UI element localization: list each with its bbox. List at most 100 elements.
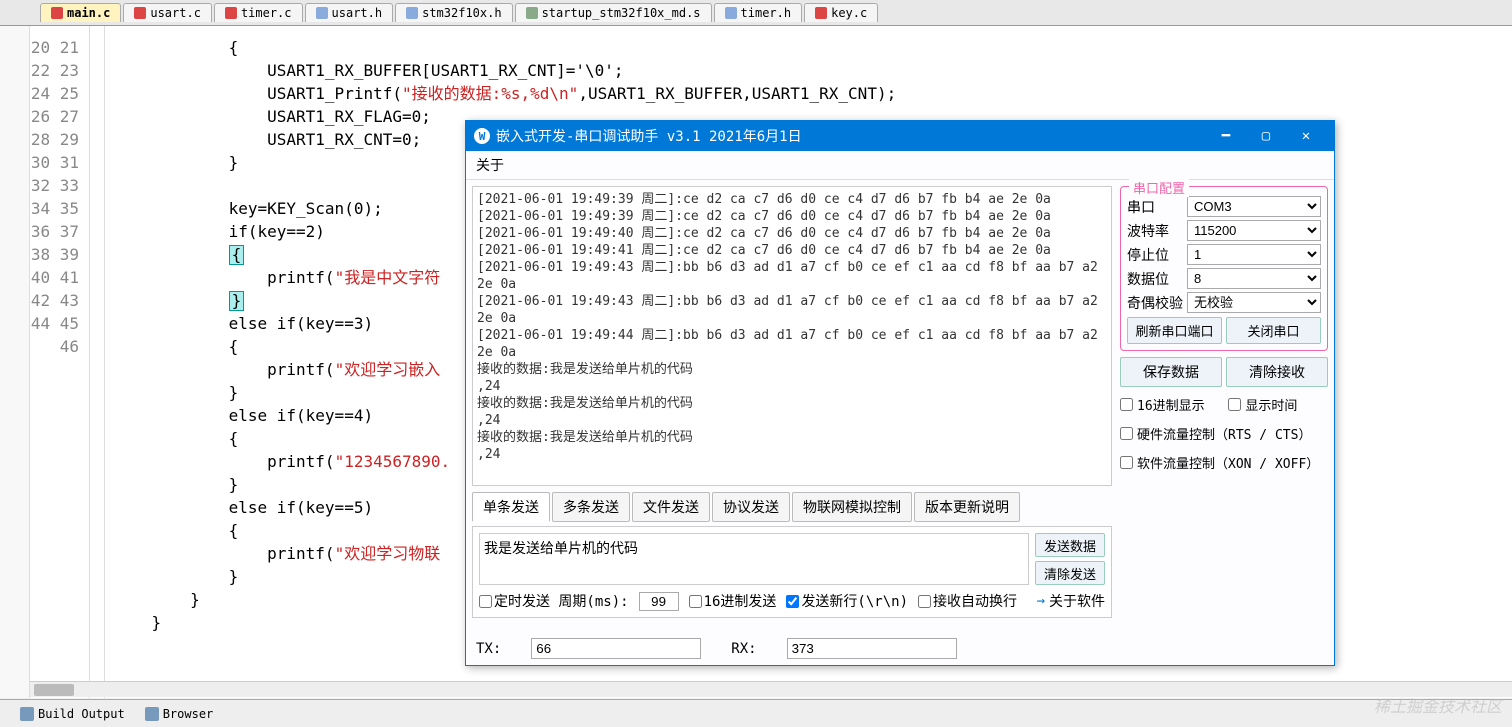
log-line: [2021-06-01 19:49:43 周二]:bb b6 d3 ad d1 … xyxy=(477,259,1107,293)
mode-tab-1[interactable]: 多条发送 xyxy=(552,492,630,522)
ide-bottom-tabs: Build Output Browser xyxy=(0,699,1512,727)
send-data-button[interactable]: 发送数据 xyxy=(1035,533,1105,557)
maximize-button[interactable]: ▢ xyxy=(1246,121,1286,151)
receive-log[interactable]: [2021-06-01 19:49:39 周二]:ce d2 ca c7 d6 … xyxy=(472,186,1112,486)
serial-tool-window: W 嵌入式开发-串口调试助手 v3.1 2021年6月1日 ━ ▢ ✕ 关于 [… xyxy=(465,120,1335,666)
browser-tab[interactable]: Browser xyxy=(145,707,214,721)
build-output-tab[interactable]: Build Output xyxy=(20,707,125,721)
baud-select[interactable]: 115200 xyxy=(1187,220,1321,241)
file-icon xyxy=(225,7,237,19)
file-icon xyxy=(725,7,737,19)
clear-receive-button[interactable]: 清除接收 xyxy=(1226,357,1328,387)
file-tab-usart-c[interactable]: usart.c xyxy=(123,3,212,22)
clear-send-button[interactable]: 清除发送 xyxy=(1035,561,1105,585)
hex-display-option[interactable]: 16进制显示 显示时间 xyxy=(1120,395,1328,414)
hex-send-label: 16进制发送 xyxy=(704,591,777,611)
refresh-port-button[interactable]: 刷新串口端口 xyxy=(1127,317,1222,344)
port-settings-group: 串口配置 串口COM3 波特率115200 停止位1 数据位8 奇偶校验无校验 … xyxy=(1120,186,1328,351)
minimize-button[interactable]: ━ xyxy=(1206,121,1246,151)
about-software-link[interactable]: →关于软件 xyxy=(1037,591,1105,611)
autowrap-checkbox[interactable] xyxy=(918,595,931,608)
rx-label: RX: xyxy=(731,641,756,657)
file-tab-main-c[interactable]: main.c xyxy=(40,3,121,22)
log-line: ,24 xyxy=(477,446,1107,463)
data-select[interactable]: 8 xyxy=(1187,268,1321,289)
mode-tab-5[interactable]: 版本更新说明 xyxy=(914,492,1020,522)
window-title: 嵌入式开发-串口调试助手 v3.1 2021年6月1日 xyxy=(496,126,802,146)
xon-xoff-checkbox[interactable] xyxy=(1120,456,1133,469)
left-margin xyxy=(0,26,30,698)
log-line: [2021-06-01 19:49:44 周二]:bb b6 d3 ad d1 … xyxy=(477,327,1107,361)
period-input[interactable] xyxy=(639,592,679,611)
log-line: [2021-06-01 19:49:40 周二]:ce d2 ca c7 d6 … xyxy=(477,225,1107,242)
show-time-label: 显示时间 xyxy=(1245,395,1297,414)
file-icon xyxy=(134,7,146,19)
send-mode-tabs: 单条发送多条发送文件发送协议发送物联网模拟控制版本更新说明 xyxy=(472,492,1112,522)
hex-display-checkbox[interactable] xyxy=(1120,398,1133,411)
scrollbar-thumb[interactable] xyxy=(34,684,74,696)
newline-option[interactable]: 发送新行(\r\n) xyxy=(786,591,908,611)
about-software-label: 关于软件 xyxy=(1049,591,1105,611)
file-tab-startup_stm32f10x_md-s[interactable]: startup_stm32f10x_md.s xyxy=(515,3,712,22)
file-tab-label: stm32f10x.h xyxy=(422,6,501,20)
xon-xoff-option[interactable]: 软件流量控制（XON / XOFF） xyxy=(1120,453,1328,472)
mode-tab-2[interactable]: 文件发送 xyxy=(632,492,710,522)
file-icon xyxy=(51,7,63,19)
port-label: 串口 xyxy=(1127,197,1187,217)
file-tab-key-c[interactable]: key.c xyxy=(804,3,878,22)
port-select[interactable]: COM3 xyxy=(1187,196,1321,217)
data-label: 数据位 xyxy=(1127,269,1187,289)
close-button[interactable]: ✕ xyxy=(1286,121,1326,151)
close-port-button[interactable]: 关闭串口 xyxy=(1226,317,1321,344)
horizontal-scrollbar[interactable] xyxy=(30,681,1512,697)
output-icon xyxy=(20,707,34,721)
autowrap-option[interactable]: 接收自动换行 xyxy=(918,591,1017,611)
log-line: [2021-06-01 19:49:43 周二]:bb b6 d3 ad d1 … xyxy=(477,293,1107,327)
hex-send-option[interactable]: 16进制发送 xyxy=(689,591,777,611)
file-tab-timer-c[interactable]: timer.c xyxy=(214,3,303,22)
app-icon: W xyxy=(474,128,490,144)
menubar: 关于 xyxy=(466,151,1334,180)
menu-about[interactable]: 关于 xyxy=(476,158,504,174)
newline-checkbox[interactable] xyxy=(786,595,799,608)
arrow-icon: → xyxy=(1037,593,1045,609)
tx-value xyxy=(531,638,701,659)
xon-xoff-label: 软件流量控制（XON / XOFF） xyxy=(1137,453,1319,472)
log-line: 接收的数据:我是发送给单片机的代码 xyxy=(477,429,1107,446)
save-data-button[interactable]: 保存数据 xyxy=(1120,357,1222,387)
timed-send-checkbox[interactable] xyxy=(479,595,492,608)
autowrap-label: 接收自动换行 xyxy=(933,591,1017,611)
file-tab-label: timer.h xyxy=(741,6,792,20)
file-tab-stm32f10x-h[interactable]: stm32f10x.h xyxy=(395,3,512,22)
rts-cts-checkbox[interactable] xyxy=(1120,427,1133,440)
mode-tab-3[interactable]: 协议发送 xyxy=(712,492,790,522)
file-tab-usart-h[interactable]: usart.h xyxy=(305,3,394,22)
stop-label: 停止位 xyxy=(1127,245,1187,265)
file-tab-label: timer.c xyxy=(241,6,292,20)
rts-cts-option[interactable]: 硬件流量控制（RTS / CTS） xyxy=(1120,424,1328,443)
port-settings-legend: 串口配置 xyxy=(1129,178,1189,197)
file-icon xyxy=(815,7,827,19)
file-tab-timer-h[interactable]: timer.h xyxy=(714,3,803,22)
mode-tab-4[interactable]: 物联网模拟控制 xyxy=(792,492,912,522)
timed-send-option[interactable]: 定时发送 周期(ms): xyxy=(479,591,629,611)
log-line: ,24 xyxy=(477,412,1107,429)
mode-tab-0[interactable]: 单条发送 xyxy=(472,492,550,522)
hex-send-checkbox[interactable] xyxy=(689,595,702,608)
parity-select[interactable]: 无校验 xyxy=(1187,292,1321,313)
log-line: ,24 xyxy=(477,378,1107,395)
rx-value xyxy=(787,638,957,659)
rts-cts-label: 硬件流量控制（RTS / CTS） xyxy=(1137,424,1311,443)
browser-icon xyxy=(145,707,159,721)
titlebar[interactable]: W 嵌入式开发-串口调试助手 v3.1 2021年6月1日 ━ ▢ ✕ xyxy=(466,121,1334,151)
send-input[interactable]: 我是发送给单片机的代码 xyxy=(479,533,1029,585)
file-icon xyxy=(316,7,328,19)
line-number-gutter: 20 21 22 23 24 25 26 27 28 29 30 31 32 3… xyxy=(30,26,90,698)
send-panel: 我是发送给单片机的代码 发送数据 清除发送 定时发送 周期(ms): 16进制发… xyxy=(472,526,1112,618)
log-line: 接收的数据:我是发送给单片机的代码 xyxy=(477,361,1107,378)
file-tab-label: usart.c xyxy=(150,6,201,20)
show-time-checkbox[interactable] xyxy=(1228,398,1241,411)
newline-label: 发送新行(\r\n) xyxy=(801,591,908,611)
fold-column xyxy=(90,26,105,698)
stop-select[interactable]: 1 xyxy=(1187,244,1321,265)
